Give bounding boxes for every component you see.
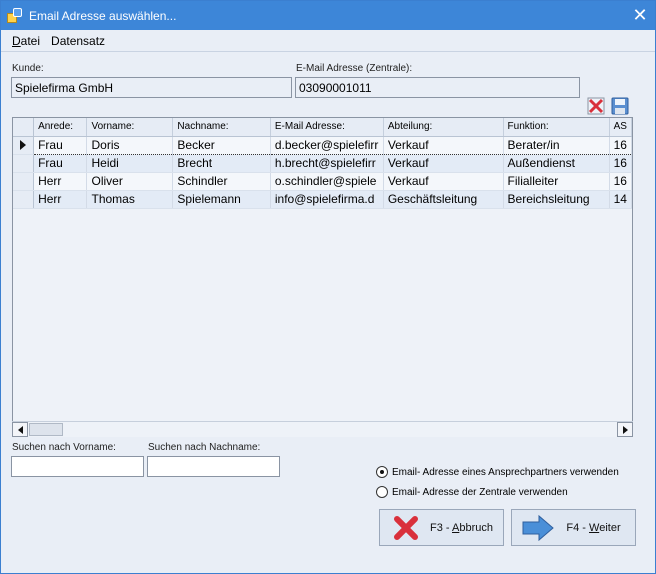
row-indicator-header (13, 118, 35, 137)
option-contact-email-label: Email- Adresse eines Ansprechpartners ve… (392, 466, 619, 478)
customer-field: Spielefirma GmbH (11, 77, 292, 98)
scroll-left-icon[interactable] (12, 422, 28, 437)
cell-nachname[interactable]: Schindler (172, 172, 271, 191)
cell-email[interactable]: d.becker@spielefirr (270, 135, 384, 155)
cell-as[interactable]: 16 (609, 154, 632, 173)
column-header-email[interactable]: E-Mail Adresse: (270, 118, 384, 137)
table-row[interactable]: Frau Heidi Brecht h.brecht@spielefirr Ve… (13, 154, 632, 173)
close-icon[interactable]: ✕ (625, 2, 655, 30)
cell-anrede[interactable]: Herr (33, 172, 88, 191)
cell-abteilung[interactable]: Verkauf (383, 135, 504, 155)
row-indicator (13, 172, 35, 191)
scroll-right-icon[interactable] (617, 422, 633, 437)
option-contact-email[interactable]: Email- Adresse eines Ansprechpartners ve… (376, 466, 619, 478)
cell-vorname[interactable]: Heidi (86, 154, 174, 173)
window-title: Email Adresse auswählen... (29, 8, 177, 23)
cell-vorname[interactable]: Doris (86, 135, 174, 155)
menu-item-datei[interactable]: Datei (12, 34, 40, 48)
radio-central-email[interactable] (376, 486, 388, 498)
central-email-field: 03090001011 (295, 77, 580, 98)
column-header-abteilung[interactable]: Abteilung: (383, 118, 504, 137)
cell-abteilung[interactable]: Verkauf (383, 172, 504, 191)
row-indicator (13, 154, 35, 173)
cell-nachname[interactable]: Brecht (172, 154, 271, 173)
cell-nachname[interactable]: Spielemann (172, 190, 271, 209)
radio-contact-email[interactable] (376, 466, 388, 478)
cell-vorname[interactable]: Thomas (86, 190, 174, 209)
save-icon[interactable] (611, 97, 629, 115)
next-button-label: F4 - Weiter (566, 521, 621, 534)
table-row[interactable]: Frau Doris Becker d.becker@spielefirr Ve… (13, 135, 632, 155)
customer-label: Kunde: (12, 63, 44, 74)
cell-funktion[interactable]: Filialleiter (503, 172, 610, 191)
cell-funktion[interactable]: Bereichsleitung (503, 190, 610, 209)
search-first-name-label: Suchen nach Vorname: (12, 442, 116, 453)
app-icon (7, 7, 23, 24)
column-header-funktion[interactable]: Funktion: (503, 118, 610, 137)
grid-header-row: Anrede: Vorname: Nachname: E-Mail Adress… (13, 118, 632, 137)
title-bar[interactable]: Email Adresse auswählen... ✕ (1, 1, 655, 30)
cell-nachname[interactable]: Becker (172, 135, 271, 155)
cell-abteilung[interactable]: Geschäftsleitung (383, 190, 504, 209)
column-header-as[interactable]: AS (609, 118, 632, 137)
central-email-label: E-Mail Adresse (Zentrale): (296, 63, 413, 74)
cell-as[interactable]: 16 (609, 135, 632, 155)
cell-as[interactable]: 14 (609, 190, 632, 209)
cell-funktion[interactable]: Berater/in (503, 135, 610, 155)
contacts-grid[interactable]: Anrede: Vorname: Nachname: E-Mail Adress… (12, 117, 633, 437)
row-indicator (13, 190, 35, 209)
delete-filter-icon[interactable] (587, 97, 605, 115)
table-row[interactable]: Herr Thomas Spielemann info@spielefirma.… (13, 190, 632, 209)
next-button[interactable]: F4 - Weiter (511, 509, 636, 546)
search-first-name-input[interactable] (11, 456, 144, 477)
horizontal-scrollbar[interactable] (12, 421, 633, 437)
option-central-email-label: Email- Adresse der Zentrale verwenden (392, 486, 568, 498)
option-central-email[interactable]: Email- Adresse der Zentrale verwenden (376, 486, 568, 498)
search-last-name-input[interactable] (147, 456, 280, 477)
column-header-anrede[interactable]: Anrede: (33, 118, 88, 137)
cell-email[interactable]: info@spielefirma.d (270, 190, 384, 209)
row-pointer-icon (13, 136, 35, 155)
column-header-nachname[interactable]: Nachname: (172, 118, 271, 137)
menu-item-datensatz[interactable]: Datensatz (51, 34, 105, 48)
cell-abteilung[interactable]: Verkauf (383, 154, 504, 173)
dialog-window: Email Adresse auswählen... ✕ Datei Daten… (0, 0, 656, 574)
arrow-right-icon (518, 513, 558, 543)
cancel-button-label: F3 - Abbruch (430, 521, 493, 534)
cell-funktion[interactable]: Außendienst (503, 154, 610, 173)
cell-vorname[interactable]: Oliver (86, 172, 174, 191)
cancel-x-icon (386, 513, 426, 543)
search-last-name-label: Suchen nach Nachname: (148, 442, 261, 453)
column-header-vorname[interactable]: Vorname: (86, 118, 174, 137)
cell-anrede[interactable]: Frau (33, 135, 88, 155)
cell-email[interactable]: h.brecht@spielefirr (270, 154, 384, 173)
cell-anrede[interactable]: Herr (33, 190, 88, 209)
cancel-button[interactable]: F3 - Abbruch (379, 509, 504, 546)
cell-anrede[interactable]: Frau (33, 154, 88, 173)
cell-email[interactable]: o.schindler@spiele (270, 172, 384, 191)
cell-as[interactable]: 16 (609, 172, 632, 191)
table-row[interactable]: Herr Oliver Schindler o.schindler@spiele… (13, 172, 632, 191)
scroll-thumb[interactable] (29, 423, 63, 436)
menu-bar: Datei Datensatz (1, 30, 655, 52)
